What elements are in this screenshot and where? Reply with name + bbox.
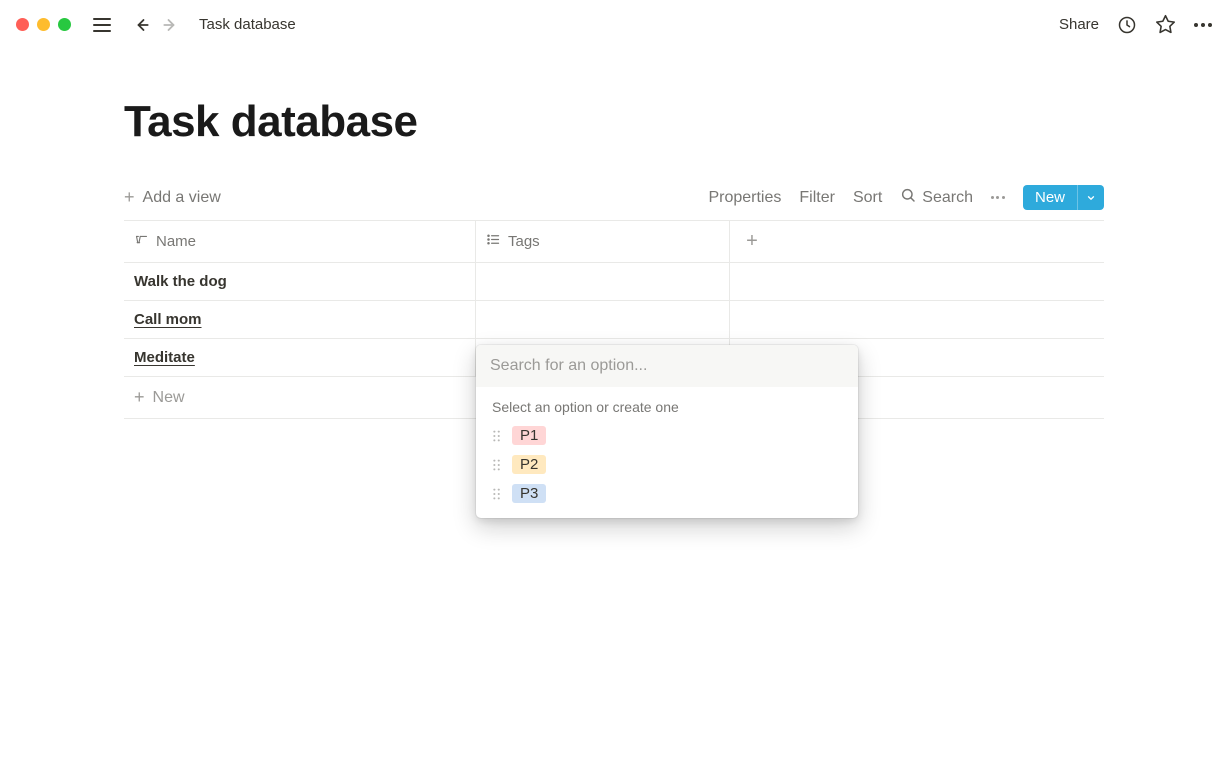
title-property-icon <box>134 232 149 251</box>
row-title[interactable]: Meditate <box>134 349 195 366</box>
select-option-p2[interactable]: P2 <box>484 450 850 479</box>
new-dropdown-button[interactable] <box>1077 185 1104 210</box>
select-option-p1[interactable]: P1 <box>484 421 850 450</box>
select-search-input[interactable] <box>490 357 844 375</box>
database-toolbar: + Add a view Properties Filter Sort Sear… <box>124 185 1104 210</box>
titlebar: Task database Share <box>0 0 1228 49</box>
add-view-button[interactable]: + Add a view <box>124 187 221 208</box>
drag-handle-icon[interactable] <box>492 458 502 472</box>
filter-button[interactable]: Filter <box>799 189 835 207</box>
new-row-label: New <box>153 389 185 407</box>
add-column-button[interactable]: + <box>730 221 774 262</box>
more-icon[interactable] <box>1194 23 1212 27</box>
plus-icon: + <box>124 187 135 208</box>
search-button[interactable]: Search <box>922 189 973 207</box>
window-controls <box>16 18 71 31</box>
table-header-row: Name Tags + <box>124 221 1104 263</box>
row-tags-cell[interactable] <box>476 301 730 338</box>
select-search-wrapper <box>476 345 858 387</box>
nav-forward-button[interactable] <box>161 15 181 35</box>
select-hint: Select an option or create one <box>476 387 858 419</box>
select-option-p3[interactable]: P3 <box>484 479 850 508</box>
properties-button[interactable]: Properties <box>708 189 781 207</box>
row-tags-cell[interactable] <box>476 263 730 300</box>
new-button[interactable]: New <box>1023 185 1077 210</box>
table-row[interactable]: Walk the dog <box>124 263 1104 301</box>
column-name-label: Name <box>156 233 196 250</box>
table-row[interactable]: Call mom <box>124 301 1104 339</box>
add-view-label: Add a view <box>143 189 221 207</box>
plus-icon: + <box>134 387 145 408</box>
search-icon[interactable] <box>900 187 916 208</box>
multiselect-property-icon <box>486 232 501 251</box>
column-tags-label: Tags <box>508 233 540 250</box>
column-header-tags[interactable]: Tags <box>476 221 730 262</box>
close-window-button[interactable] <box>16 18 29 31</box>
updates-icon[interactable] <box>1117 15 1137 35</box>
toolbar-more-icon[interactable] <box>991 196 1005 199</box>
tag-pill: P2 <box>512 455 546 474</box>
column-header-name[interactable]: Name <box>124 221 476 262</box>
tag-select-popup: Select an option or create one P1 P2 P3 <box>476 345 858 518</box>
row-title[interactable]: Walk the dog <box>134 273 227 290</box>
tag-pill: P3 <box>512 484 546 503</box>
drag-handle-icon[interactable] <box>492 487 502 501</box>
nav-back-button[interactable] <box>131 15 151 35</box>
maximize-window-button[interactable] <box>58 18 71 31</box>
drag-handle-icon[interactable] <box>492 429 502 443</box>
share-button[interactable]: Share <box>1059 16 1099 33</box>
tag-pill: P1 <box>512 426 546 445</box>
favorite-icon[interactable] <box>1155 14 1176 35</box>
sidebar-toggle-button[interactable] <box>93 18 111 32</box>
breadcrumb[interactable]: Task database <box>199 16 296 33</box>
row-title[interactable]: Call mom <box>134 311 202 328</box>
minimize-window-button[interactable] <box>37 18 50 31</box>
page-title[interactable]: Task database <box>124 97 1104 147</box>
sort-button[interactable]: Sort <box>853 189 882 207</box>
